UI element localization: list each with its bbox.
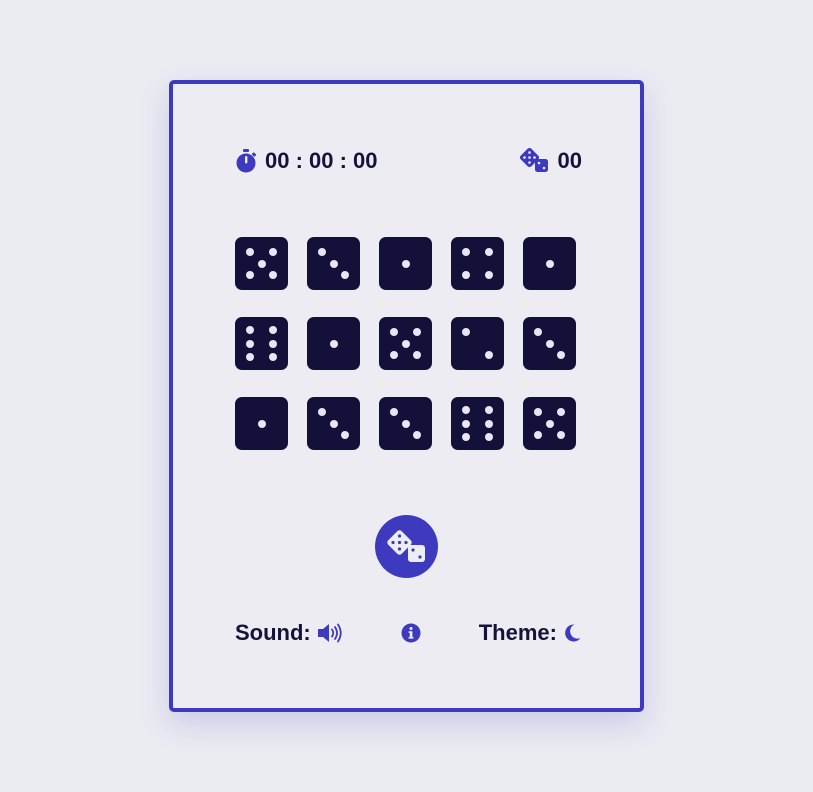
die-pip (461, 432, 470, 441)
die-pip (461, 271, 470, 280)
die-pip (269, 352, 278, 361)
moon-icon (562, 623, 582, 643)
die-2[interactable] (307, 237, 360, 290)
roll-counter: 00 (518, 148, 582, 174)
die-pip (485, 271, 494, 280)
footer: Sound: Theme: (235, 618, 582, 648)
die-pip (401, 419, 410, 428)
die-9[interactable] (451, 317, 504, 370)
die-pip (341, 431, 350, 440)
die-pip (461, 247, 470, 256)
timer: 00 : 00 : 00 (235, 148, 378, 174)
die-pip (245, 339, 254, 348)
die-pip (545, 419, 554, 428)
die-pip (557, 431, 566, 440)
die-4[interactable] (451, 237, 504, 290)
die-pip (485, 247, 494, 256)
dice-icon (386, 529, 428, 564)
die-pip (329, 419, 338, 428)
die-pip (269, 339, 278, 348)
die-pip (545, 339, 554, 348)
die-pip (269, 326, 278, 335)
die-pip (557, 351, 566, 360)
die-pip (533, 407, 542, 416)
die-pip (389, 351, 398, 360)
header: 00 : 00 : 00 00 (235, 146, 582, 176)
die-pip (329, 339, 338, 348)
die-pip (245, 271, 254, 280)
die-10[interactable] (523, 317, 576, 370)
die-pip (461, 419, 470, 428)
die-13[interactable] (379, 397, 432, 450)
die-pip (341, 271, 350, 280)
die-11[interactable] (235, 397, 288, 450)
die-pip (461, 406, 470, 415)
die-pip (485, 419, 494, 428)
die-pip (257, 419, 266, 428)
die-pip (461, 327, 470, 336)
theme-label: Theme: (478, 620, 557, 645)
dice-grid (235, 237, 576, 450)
die-pip (557, 407, 566, 416)
dice-icon (518, 148, 550, 174)
roll-dice-button[interactable] (375, 515, 438, 578)
die-pip (413, 327, 422, 336)
sound-toggle[interactable]: Sound: (235, 620, 344, 646)
die-pip (413, 431, 422, 440)
die-3[interactable] (379, 237, 432, 290)
die-pip (269, 271, 278, 280)
die-pip (485, 351, 494, 360)
die-pip (257, 259, 266, 268)
die-pip (401, 339, 410, 348)
die-12[interactable] (307, 397, 360, 450)
die-pip (401, 259, 410, 268)
game-card: 00 : 00 : 00 00 Sound: Theme: (169, 80, 644, 712)
die-5[interactable] (523, 237, 576, 290)
stopwatch-icon (235, 149, 257, 173)
die-pip (269, 247, 278, 256)
sound-label: Sound: (235, 620, 311, 645)
die-pip (485, 432, 494, 441)
die-pip (389, 327, 398, 336)
die-6[interactable] (235, 317, 288, 370)
die-pip (317, 247, 326, 256)
die-pip (413, 351, 422, 360)
info-icon[interactable] (401, 623, 421, 643)
die-pip (329, 259, 338, 268)
die-pip (545, 259, 554, 268)
die-pip (245, 352, 254, 361)
die-pip (533, 327, 542, 336)
theme-toggle[interactable]: Theme: (479, 620, 582, 646)
die-14[interactable] (451, 397, 504, 450)
die-pip (317, 407, 326, 416)
die-pip (245, 247, 254, 256)
roll-count: 00 (557, 148, 582, 173)
die-15[interactable] (523, 397, 576, 450)
die-pip (485, 406, 494, 415)
volume-icon (316, 622, 344, 644)
timer-value: 00 : 00 : 00 (265, 148, 378, 173)
die-pip (245, 326, 254, 335)
die-7[interactable] (307, 317, 360, 370)
die-pip (389, 407, 398, 416)
die-1[interactable] (235, 237, 288, 290)
die-8[interactable] (379, 317, 432, 370)
die-pip (533, 431, 542, 440)
